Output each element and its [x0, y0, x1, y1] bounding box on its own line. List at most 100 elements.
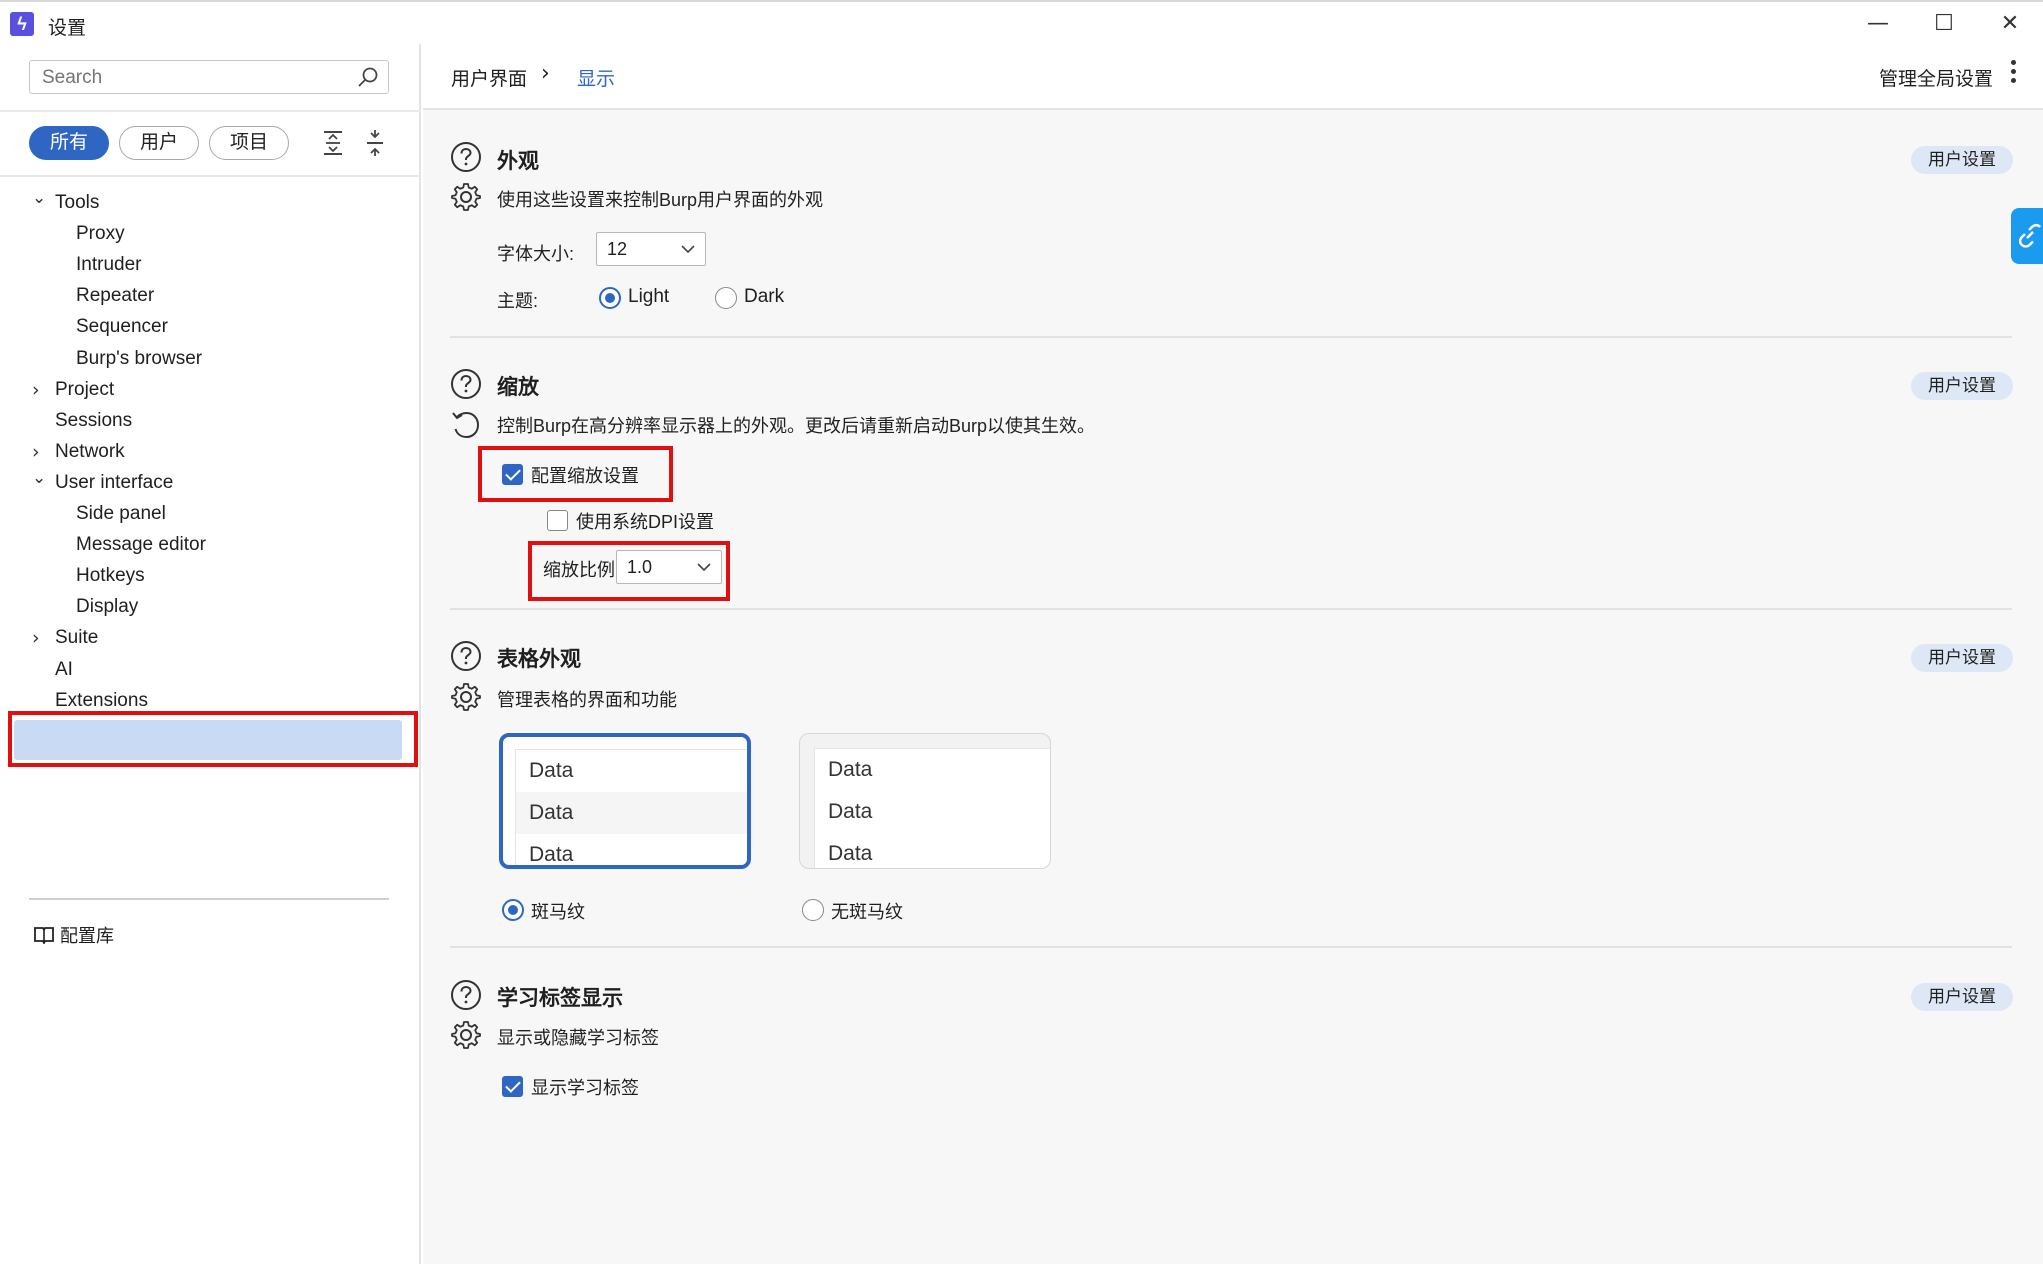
divider	[0, 110, 421, 112]
help-icon[interactable]	[450, 141, 482, 173]
sidebar-item-sessions[interactable]: Sessions	[55, 405, 132, 437]
sidebar-item-side-panel[interactable]: Side panel	[76, 498, 166, 530]
no-stripe-radio[interactable]	[802, 899, 824, 921]
help-icon[interactable]	[450, 368, 482, 400]
divider	[0, 175, 421, 177]
configure-scaling-label: 配置缩放设置	[531, 466, 639, 486]
filter-project-button[interactable]: 项目	[209, 126, 289, 160]
chevron-down-icon	[681, 245, 695, 254]
scaling-title: 缩放	[497, 376, 539, 399]
divider	[29, 898, 389, 900]
search-placeholder: Search	[42, 67, 103, 88]
close-button[interactable]: ✕	[1990, 8, 2030, 40]
sidebar-item-burp-s-browser[interactable]: Burp's browser	[76, 343, 202, 375]
sidebar-item-proxy[interactable]: Proxy	[76, 218, 125, 250]
section-divider	[450, 946, 2012, 948]
sidebar-item-intruder[interactable]: Intruder	[76, 249, 141, 281]
table-row: Data	[529, 759, 574, 782]
learn-tab-description: 显示或隐藏学习标签	[497, 1028, 659, 1048]
table-appearance-title: 表格外观	[497, 648, 581, 671]
chevron-down-icon[interactable]: ⌄	[32, 182, 48, 214]
use-system-dpi-checkbox[interactable]	[547, 510, 568, 531]
more-options-icon[interactable]	[2011, 60, 2017, 86]
scale-ratio-label: 缩放比例	[543, 560, 615, 580]
book-icon	[34, 927, 54, 944]
font-size-select[interactable]: 12	[596, 232, 706, 266]
configure-scaling-checkbox[interactable]	[502, 464, 523, 485]
collapse-all-icon[interactable]	[362, 130, 388, 156]
sidebar-item-message-editor[interactable]: Message editor	[76, 529, 206, 561]
gear-icon	[451, 1021, 481, 1049]
chevron-down-icon	[697, 563, 711, 572]
breadcrumb-bar: 用户界面 › 显示 管理全局设置	[423, 44, 2043, 110]
scale-ratio-value: 1.0	[627, 557, 653, 577]
minimize-button[interactable]: —	[1858, 8, 1898, 40]
help-icon[interactable]	[450, 640, 482, 672]
search-input[interactable]: Search	[29, 60, 389, 94]
sidebar-item-display[interactable]: Display	[76, 591, 138, 623]
theme-light-label: Light	[628, 286, 670, 307]
font-size-label: 字体大小:	[497, 244, 575, 264]
plain-table-preview[interactable]: Data Data Data	[799, 733, 1051, 869]
table-row: Data	[529, 843, 574, 866]
table-row: Data	[828, 842, 873, 865]
manage-global-settings-button[interactable]: 管理全局设置	[1879, 64, 1993, 91]
sidebar-item-hotkeys[interactable]: Hotkeys	[76, 560, 145, 592]
search-icon	[358, 67, 378, 87]
sidebar-item-project[interactable]: Project	[55, 374, 114, 406]
appearance-user-settings-badge: 用户设置	[1911, 146, 2013, 174]
maximize-button[interactable]: ☐	[1924, 8, 1964, 40]
gear-icon	[451, 183, 481, 211]
sidebar-item-sequencer[interactable]: Sequencer	[76, 311, 168, 343]
breadcrumb-current[interactable]: 显示	[577, 64, 615, 91]
striped-radio[interactable]	[502, 899, 524, 921]
breadcrumb-separator: ›	[541, 61, 550, 86]
section-divider	[450, 608, 2012, 610]
filter-user-button[interactable]: 用户	[119, 126, 199, 160]
sidebar-item-network[interactable]: Network	[55, 436, 125, 468]
library-link[interactable]: 配置库	[34, 922, 114, 950]
help-icon[interactable]	[450, 979, 482, 1011]
side-panel-tab[interactable]	[2011, 208, 2043, 264]
table-preview-body: Data Data Data	[515, 749, 747, 865]
striped-label: 斑马纹	[531, 902, 585, 922]
striped-table-preview[interactable]: Data Data Data	[499, 733, 751, 869]
scaling-description: 控制Burp在高分辨率显示器上的外观。更改后请重新启动Burp以使其生效。	[497, 416, 1096, 436]
undo-icon[interactable]	[450, 409, 482, 441]
sidebar-item-user-interface[interactable]: User interface	[55, 467, 173, 499]
show-learn-tab-label: 显示学习标签	[531, 1078, 639, 1098]
link-icon	[2018, 223, 2041, 248]
title-bar: ϟ 设置 — ☐ ✕	[0, 0, 2043, 44]
chevron-right-icon[interactable]: ›	[32, 374, 48, 406]
theme-dark-radio[interactable]	[715, 287, 737, 309]
scaling-user-settings-badge: 用户设置	[1911, 372, 2013, 400]
sidebar-item-suite[interactable]: Suite	[55, 622, 98, 654]
theme-light-radio[interactable]	[599, 287, 621, 309]
sidebar-item-tools[interactable]: Tools	[55, 187, 99, 219]
show-learn-tab-checkbox[interactable]	[502, 1076, 523, 1097]
theme-dark-label: Dark	[744, 286, 785, 307]
learn-user-settings-badge: 用户设置	[1911, 983, 2013, 1011]
appearance-title: 外观	[497, 150, 539, 173]
scale-ratio-select[interactable]: 1.0	[616, 550, 722, 584]
chevron-down-icon[interactable]: ⌄	[32, 462, 48, 494]
table-row: Data	[828, 758, 873, 781]
expand-all-icon[interactable]	[320, 130, 346, 156]
no-stripe-label: 无斑马纹	[831, 902, 903, 922]
filter-all-button[interactable]: 所有	[29, 126, 109, 160]
table-preview-body: Data Data Data	[814, 748, 1050, 868]
table-appearance-description: 管理表格的界面和功能	[497, 690, 677, 710]
chevron-right-icon[interactable]: ›	[32, 622, 48, 654]
section-divider	[450, 336, 2012, 338]
red-highlight-display	[8, 711, 418, 767]
burp-app-icon: ϟ	[10, 12, 34, 36]
settings-main: 用户界面 › 显示 管理全局设置 外观 用户设置 使用这些设置来控制Burp用户…	[423, 44, 2043, 1264]
sidebar-item-repeater[interactable]: Repeater	[76, 280, 154, 312]
table-row: Data	[516, 792, 747, 834]
sidebar-item-ai[interactable]: AI	[55, 654, 73, 686]
appearance-description: 使用这些设置来控制Burp用户界面的外观	[497, 190, 824, 210]
breadcrumb-parent[interactable]: 用户界面	[451, 64, 527, 91]
library-label: 配置库	[60, 926, 114, 946]
table-user-settings-badge: 用户设置	[1911, 644, 2013, 672]
use-system-dpi-label: 使用系统DPI设置	[576, 512, 715, 532]
